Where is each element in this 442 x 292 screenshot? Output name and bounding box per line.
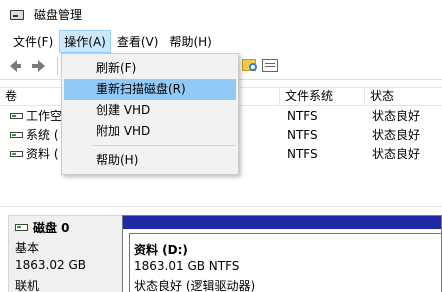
volume-icon (10, 113, 23, 119)
volume-status: 状态良好 (372, 128, 421, 142)
menu-item-attach-vhd[interactable]: 附加 VHD (64, 121, 236, 142)
disk-name: 磁盘 0 (33, 221, 70, 235)
volume-filesystem: NTFS (287, 147, 318, 161)
column-filesystem[interactable]: 文件系统 (280, 88, 365, 105)
disk-size: 1863.02 GB (15, 258, 86, 272)
search-icon[interactable] (249, 63, 257, 71)
partition-status: 状态良好 (逻辑驱动器) (134, 279, 256, 292)
properties-icon[interactable] (262, 59, 278, 72)
partition-block[interactable]: 资料 (D:) 1863.01 GB NTFS 状态良好 (逻辑驱动器) (122, 215, 442, 292)
toolbar-separator (57, 57, 58, 75)
window-title: 磁盘管理 (34, 8, 83, 22)
volume-name: 资料 ( (26, 147, 59, 161)
column-status[interactable]: 状态 (365, 88, 442, 105)
menu-help[interactable]: 帮助(H) (164, 30, 216, 53)
menu-item-refresh[interactable]: 刷新(F) (64, 58, 236, 79)
menu-item-rescan-disks[interactable]: 重新扫描磁盘(R) (64, 79, 236, 100)
menu-file[interactable]: 文件(F) (8, 30, 58, 53)
partition-size: 1863.01 GB NTFS (134, 259, 240, 273)
action-menu-dropdown: 刷新(F) 重新扫描磁盘(R) 创建 VHD 附加 VHD 帮助(H) (61, 53, 239, 175)
menu-item-help[interactable]: 帮助(H) (64, 150, 236, 171)
disk-graph-area: 磁盘 0 基本 1863.02 GB 联机 资料 (D:) 1863.01 GB… (0, 206, 442, 292)
volume-filesystem: NTFS (287, 109, 318, 123)
back-arrow-icon (10, 60, 21, 72)
menu-bar: 文件(F) 操作(A) 查看(V) 帮助(H) (0, 29, 442, 53)
forward-arrow-icon (32, 60, 45, 72)
back-button[interactable] (8, 58, 26, 74)
disk-label-panel[interactable]: 磁盘 0 基本 1863.02 GB 联机 (8, 215, 122, 292)
disk-management-icon (10, 8, 26, 22)
disk-state: 联机 (15, 279, 40, 292)
volume-status: 状态良好 (372, 109, 421, 123)
volume-icon (10, 151, 23, 157)
menu-separator (92, 145, 236, 146)
partition-color-bar (123, 216, 441, 229)
volume-icon (10, 132, 23, 138)
menu-item-create-vhd[interactable]: 创建 VHD (64, 100, 236, 121)
forward-button[interactable] (30, 58, 48, 74)
volume-name: 工作空 (26, 109, 63, 123)
partition-name: 资料 (D:) (134, 243, 188, 257)
title-bar: 磁盘管理 (0, 0, 442, 29)
volume-name: 系统 ( (26, 128, 59, 142)
volume-filesystem: NTFS (287, 128, 318, 142)
disk-icon (15, 224, 28, 231)
menu-view[interactable]: 查看(V) (112, 30, 164, 53)
volume-status: 状态良好 (372, 147, 421, 161)
menu-action[interactable]: 操作(A) (59, 29, 111, 53)
disk-type: 基本 (15, 241, 40, 255)
